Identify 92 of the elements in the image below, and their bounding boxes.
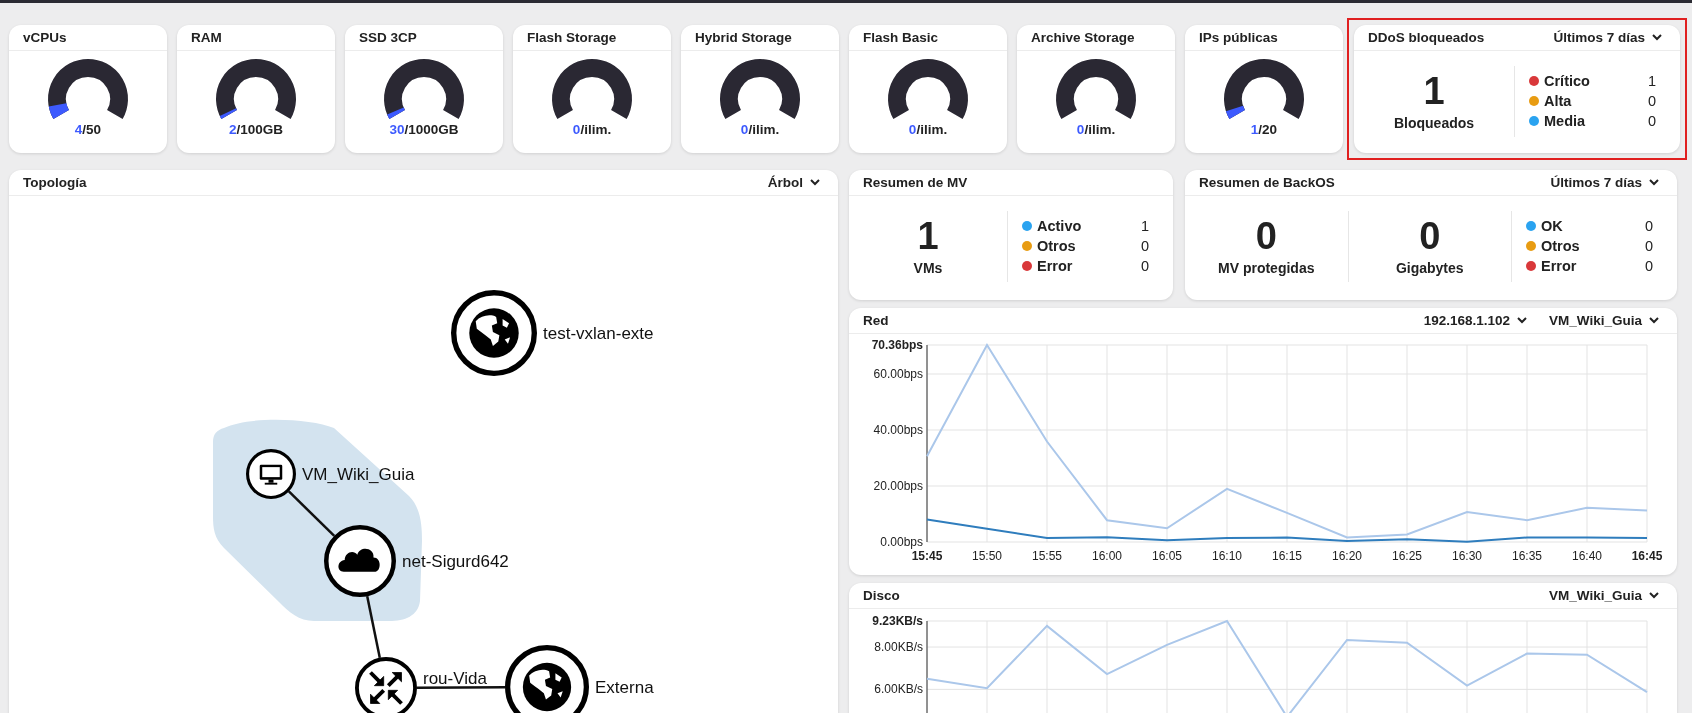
chevron-icon [1652, 34, 1662, 41]
axis-label: 20.00bps [873, 479, 923, 493]
legend-label: Alta [1544, 93, 1572, 109]
axis-label: 40.00bps [873, 423, 923, 437]
axis-label: 70.36bps [871, 338, 923, 352]
legend-count: 0 [1647, 113, 1656, 129]
axis-label: 16:35 [1512, 549, 1542, 563]
node-label: Externa [595, 678, 654, 697]
card-title: Disco [863, 588, 900, 603]
filter-dropdown[interactable]: VM_Wiki_Guia [1545, 313, 1663, 328]
legend-label: Media [1544, 113, 1586, 129]
card-title: Flash Basic [863, 30, 939, 45]
legend-label: Otros [1541, 238, 1580, 254]
card-title: SSD 3CP [359, 30, 417, 45]
usage-value: 0/ilim. [908, 122, 948, 137]
legend-count: 1 [1647, 73, 1656, 89]
axis-label: 16:05 [1152, 549, 1182, 563]
legend-label: Activo [1037, 218, 1082, 234]
card-title: vCPUs [23, 30, 67, 45]
legend-label: Error [1037, 258, 1073, 274]
usage-value: 1/20 [1250, 122, 1278, 137]
link-line [366, 596, 381, 658]
globe-icon[interactable] [451, 290, 537, 376]
card-title: Hybrid Storage [695, 30, 792, 45]
globe-icon[interactable] [505, 645, 589, 713]
legend-label: Error [1541, 258, 1577, 274]
axis-label: 9.23KB/s [872, 614, 923, 628]
card-title: DDoS bloqueados [1368, 30, 1485, 45]
stat-label: VMs [913, 259, 943, 276]
node-label: net-Sigurd642 [402, 552, 509, 571]
axis-label: 16:40 [1572, 549, 1602, 563]
chevron-icon [1517, 317, 1528, 324]
axis-label: 15:55 [1032, 549, 1062, 563]
legend-count: 0 [1644, 258, 1653, 274]
arrows-icon[interactable] [355, 657, 417, 713]
monitor-icon[interactable] [246, 449, 296, 499]
axis-label: 16:00 [1092, 549, 1122, 563]
card-title: IPs públicas [1199, 30, 1278, 45]
legend-count: 0 [1140, 258, 1149, 274]
legend-count: 0 [1140, 238, 1149, 254]
axis-label: 16:45 [1631, 549, 1663, 563]
usage-value: 2/100GB [228, 122, 283, 137]
card-title: Red [863, 313, 889, 328]
stat-label: Bloqueados [1393, 114, 1475, 131]
legend-count: 1 [1140, 218, 1149, 234]
stat-label: Gigabytes [1395, 259, 1464, 276]
filter-dropdown[interactable]: 192.168.1.102 [1419, 313, 1532, 328]
legend-label: Crítico [1544, 73, 1590, 89]
period-dropdown[interactable]: Últimos 7 días [1549, 30, 1666, 45]
legend-count: 0 [1647, 93, 1656, 109]
chevron-icon [1649, 592, 1659, 599]
card-title: RAM [191, 30, 222, 45]
usage-value: 30/1000GB [389, 122, 459, 137]
view-dropdown[interactable]: Árbol [763, 175, 824, 190]
card-title: Flash Storage [527, 30, 617, 45]
axis-label: 16:20 [1332, 549, 1362, 563]
chevron-icon [1649, 317, 1659, 324]
usage-value: 0/ilim. [740, 122, 780, 137]
legend-count: 0 [1644, 238, 1653, 254]
axis-label: 60.00bps [873, 367, 923, 381]
link-line [288, 490, 336, 537]
axis-label: 16:15 [1272, 549, 1302, 563]
node-label: test-vxlan-exte [543, 324, 654, 343]
node-label: VM_Wiki_Guia [302, 465, 415, 484]
card-title: Resumen de MV [863, 175, 968, 190]
usage-value: 0/ilim. [1076, 122, 1116, 137]
axis-label: 6.00KB/s [874, 682, 923, 697]
stat-label: MV protegidas [1218, 259, 1315, 276]
legend-label: Otros [1037, 238, 1076, 254]
node-label: rou-Vida [423, 669, 487, 688]
axis-label: 16:10 [1212, 549, 1242, 563]
stat-value: 0 [1419, 216, 1441, 255]
card-title: Topología [23, 175, 87, 190]
usage-value: 0/ilim. [572, 122, 612, 137]
stat-value: 0 [1255, 216, 1277, 255]
stat-value: 1 [1423, 71, 1445, 110]
axis-label: 15:50 [972, 549, 1002, 563]
card-title: Archive Storage [1031, 30, 1135, 45]
chevron-icon [1649, 179, 1659, 186]
axis-label: 16:30 [1452, 549, 1482, 563]
axis-label: 0.00bps [880, 535, 923, 549]
stat-value: 1 [917, 216, 939, 255]
axis-label: 16:25 [1392, 549, 1422, 563]
axis-label: 15:45 [911, 549, 943, 563]
chevron-icon [810, 179, 820, 186]
usage-value: 4/50 [74, 122, 102, 137]
axis-label: 8.00KB/s [874, 640, 923, 655]
period-dropdown[interactable]: Últimos 7 días [1546, 175, 1663, 190]
legend-count: 0 [1644, 218, 1653, 234]
card-title: Resumen de BackOS [1199, 175, 1335, 190]
legend-label: OK [1541, 218, 1563, 234]
filter-dropdown[interactable]: VM_Wiki_Guia [1545, 588, 1663, 603]
